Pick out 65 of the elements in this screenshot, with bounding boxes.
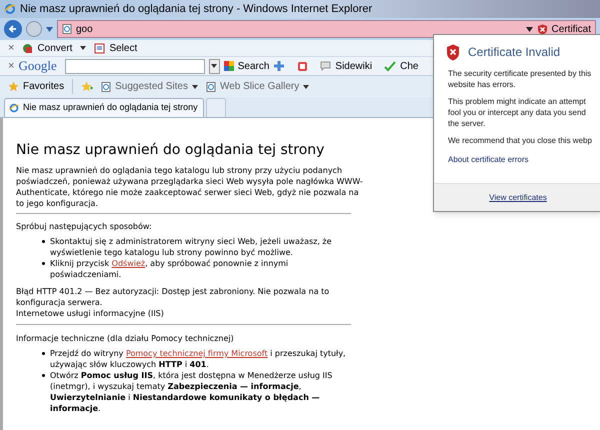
convert-icon: [22, 42, 34, 54]
popup-text: fool you or intercept any data you send: [448, 107, 587, 118]
certificate-error-icon[interactable]: [536, 24, 548, 34]
page-icon: [206, 82, 216, 92]
address-field[interactable]: goo Certificat: [57, 20, 596, 38]
page-heading: Nie masz uprawnień do oglądania tej strony: [16, 141, 324, 159]
bullet-icon: [42, 374, 45, 377]
section-label: Spróbuj następujących sposobów:: [16, 221, 153, 232]
popup-text: The security certificate presented by this: [448, 68, 592, 79]
select-button[interactable]: Select: [94, 40, 138, 56]
star-icon: [8, 81, 19, 92]
text-link[interactable]: Odśwież: [112, 259, 146, 268]
search-field[interactable]: [64, 58, 205, 74]
plus-icon[interactable]: [273, 60, 286, 72]
bullet-icon: [42, 352, 45, 355]
window-title: Nie masz uprawnień do oglądania tej strony - Windows Internet Explorer: [20, 2, 372, 17]
favorites-link[interactable]: Web Slice Gallery: [206, 79, 310, 94]
caret-icon[interactable]: [192, 84, 198, 88]
bullet-icon: [42, 240, 45, 243]
bullet-icon: [42, 262, 45, 265]
search-button[interactable]: Search: [238, 58, 270, 74]
page-icon: [101, 82, 112, 92]
favorites-button[interactable]: Favorites: [8, 79, 74, 94]
back-button[interactable]: [4, 20, 22, 38]
error-text: Błąd HTTP 401.2 — Bez autoryzacji: Dostęp jest zabroniony. Nie pozwala na to konfiguracja serwera.: [16, 286, 330, 308]
browser-logo-icon: [9, 103, 19, 113]
browser-tab[interactable]: Nie masz uprawnień do oglądania tej strony: [4, 98, 204, 117]
list-item-text: Skontaktuj się z administratorem witryny sieci Web, jeżeli uważasz, że wyświetlenie tego katalogu lub strony powinno być możliwe.: [50, 236, 333, 258]
favorites-link[interactable]: Suggested Sites: [101, 79, 198, 94]
view-certificates-link[interactable]: View certificates: [489, 192, 547, 204]
error-text: Internetowe usługi informacyjne (IIS): [16, 308, 165, 319]
shield-error-icon: [446, 44, 460, 60]
convert-button[interactable]: Convert: [22, 40, 72, 56]
section-label: Informacje techniczne (dla działu Pomocy technicznej): [16, 333, 235, 344]
certificate-error-label[interactable]: Certificat: [552, 22, 591, 36]
spellcheck-icon[interactable]: [384, 60, 396, 72]
page-icon: [62, 24, 72, 34]
back-arrow-icon: [8, 24, 18, 34]
add-favorite-icon: [81, 81, 94, 92]
popup-text: This problem might indicate an attempt: [448, 96, 587, 107]
list-item-text: Kliknij przycisk Odśwież, aby spróbować ponownie z innymi poświadczeniami.: [50, 258, 290, 280]
intro-paragraph: Nie masz uprawnień do oglądania tego katalogu lub strony przy użyciu podanych poświadczeń, ponieważ używana przeglądarka sieci Web wysyła pole nagłówka WWW-Authenticate, którego nie może zaakceptować serwer sieci Web, gdyż nie pozwala na to jego konfiguracja.: [16, 165, 364, 209]
dropdown-arrow-icon[interactable]: [526, 26, 533, 32]
search-dropdown-button[interactable]: [208, 58, 220, 74]
google-logo: Google: [18, 57, 57, 76]
popup-text: the server.: [448, 118, 486, 129]
caret-icon[interactable]: [80, 46, 86, 50]
close-toolbar-button[interactable]: ×: [8, 58, 14, 74]
popup-text: website has errors.: [448, 79, 517, 90]
text-link[interactable]: Pomocy technicznej firmy Microsoft: [126, 349, 268, 358]
about-certificate-errors-link[interactable]: About certificate errors: [434, 146, 600, 166]
caret-icon: [211, 64, 218, 68]
speech-bubble-icon[interactable]: [320, 61, 332, 71]
google-icon: [224, 61, 234, 71]
popup-title: Certificate Invalid: [468, 44, 560, 61]
caret-icon[interactable]: [303, 84, 310, 88]
sidewiki-button[interactable]: Sidewiki: [335, 58, 372, 74]
browser-logo-icon: [4, 3, 16, 15]
check-button[interactable]: Che: [400, 58, 418, 74]
list-item-text: Przejdź do witryny Pomocy technicznej firmy Microsoft i przeszukaj tytuły, używając słów kluczowych HTTP i 401.: [50, 348, 347, 370]
close-toolbar-button[interactable]: ×: [8, 40, 14, 56]
select-icon: [94, 42, 106, 54]
list-item-text: Otwórz Pomoc usług IIS, która jest dostępna w Menedżerze usług IIS (inetmgr), i wyszukaj tematy Zabezpieczenia — informacje, Uwierzytelnianie i Niestandardowe komunikaty o błędach — informacje.: [50, 370, 334, 414]
dropdown-arrow-icon[interactable]: [46, 26, 53, 32]
popup-text: We recommend that you close this webp: [448, 135, 593, 146]
